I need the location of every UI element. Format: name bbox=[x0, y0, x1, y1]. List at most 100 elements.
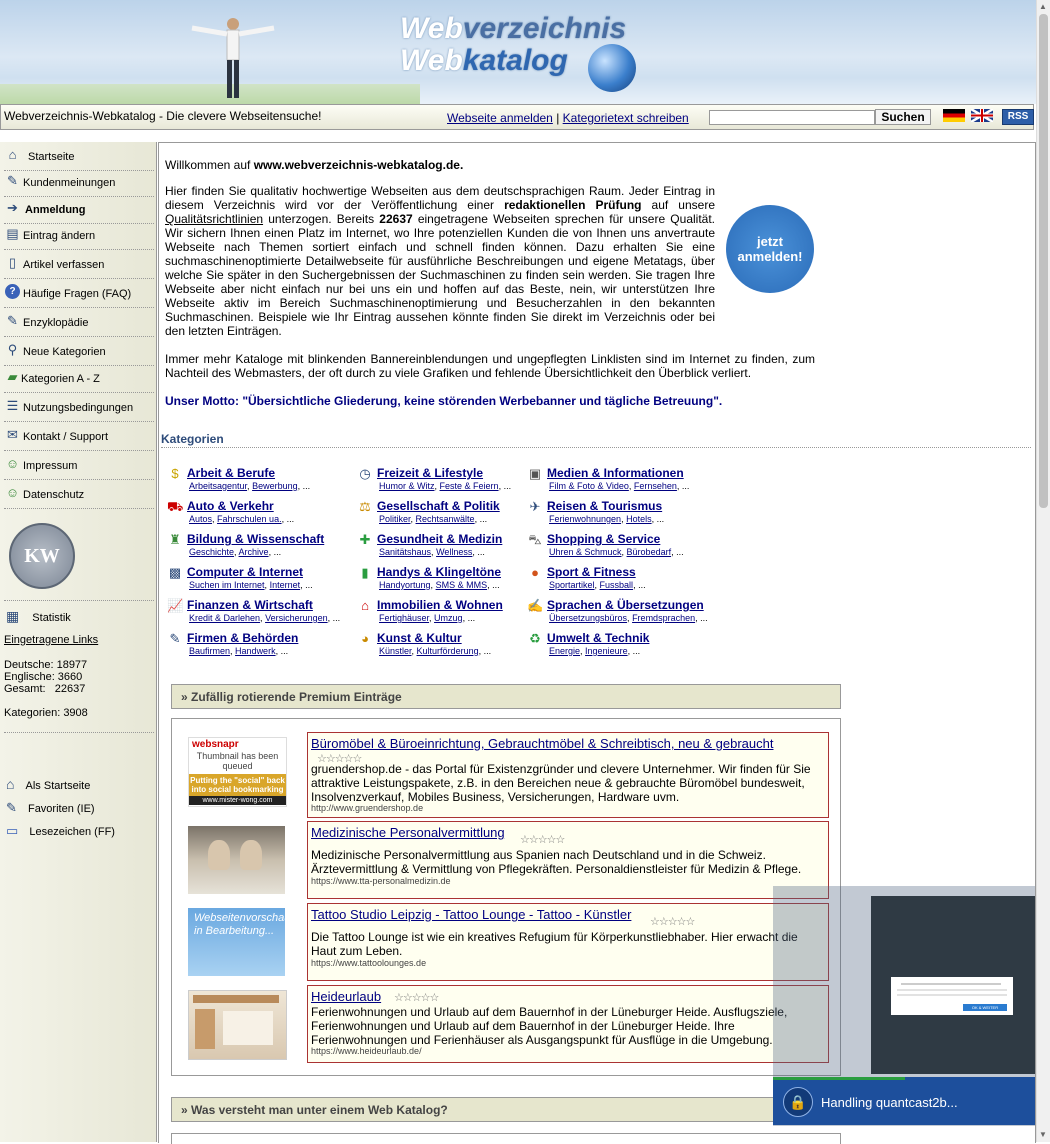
entry-title-link[interactable]: Büromöbel & Büroeinrichtung, Gebrauchtmö… bbox=[311, 736, 773, 751]
motto-text: Unser Motto: "Übersichtliche Gliederung,… bbox=[165, 394, 723, 408]
scales-icon: ⚖ bbox=[359, 499, 371, 514]
scrollbar-thumb[interactable] bbox=[1039, 14, 1048, 508]
sidebar-item-faq[interactable]: ? Häufige Fragen (FAQ) bbox=[4, 281, 154, 308]
eingetragene-links-link[interactable]: Eingetragene Links bbox=[4, 634, 98, 646]
sidebar-item-enzyklopaedie[interactable]: ✎ Enzyklopädie bbox=[4, 310, 154, 337]
pencil-icon: ✎ bbox=[169, 631, 181, 646]
sidebar-item-datenschutz[interactable]: ☺ Datenschutz bbox=[4, 482, 154, 509]
rss-icon[interactable]: RSS bbox=[1002, 109, 1034, 125]
entry-thumbnail[interactable] bbox=[188, 990, 287, 1060]
sidebar-item-label: Anmeldung bbox=[25, 204, 86, 216]
sidebar-divider bbox=[4, 600, 154, 601]
consent-status-text: Handling quantcast2b... bbox=[821, 1095, 958, 1110]
phone-icon: ▮ bbox=[361, 565, 369, 580]
site-tagline: Webverzeichnis-Webkatalog - Die clevere … bbox=[4, 109, 322, 123]
scroll-down-arrow-icon[interactable]: ▼ bbox=[1039, 1130, 1047, 1139]
sidebar-item-label: Nutzungsbedingungen bbox=[23, 402, 134, 414]
intro-paragraph: Hier finden Sie qualitativ hochwertige W… bbox=[165, 184, 715, 338]
search-input[interactable] bbox=[709, 110, 875, 125]
bookmarks-link[interactable]: ▭ Lesezeichen (FF) bbox=[6, 823, 115, 839]
sidebar-item-kundenmeinungen[interactable]: ✎ Kundenmeinungen bbox=[4, 170, 154, 197]
sidebar-item-label: Enzyklopädie bbox=[23, 317, 89, 329]
entry-thumbnail[interactable]: websnapr Thumbnail has been queued Putti… bbox=[188, 737, 287, 807]
favorites-link[interactable]: ✎ Favoriten (IE) bbox=[6, 800, 95, 816]
sidebar-item-startseite[interactable]: ⌂ Startseite bbox=[4, 144, 154, 171]
sidebar-item-label: Artikel verfassen bbox=[23, 259, 105, 271]
language-icon: ✍ bbox=[527, 598, 544, 613]
money-icon: $ bbox=[171, 466, 179, 481]
edit-icon: ▤ bbox=[6, 226, 19, 241]
header-man-image bbox=[191, 18, 275, 98]
entry-description: Ferienwohnungen und Urlaub auf dem Bauer… bbox=[311, 1005, 788, 1047]
vertical-scrollbar[interactable]: ▲ ▼ bbox=[1036, 0, 1050, 1142]
categories-heading: Kategorien bbox=[161, 432, 224, 446]
faq-box bbox=[171, 1133, 841, 1144]
english-flag-icon[interactable] bbox=[971, 109, 993, 122]
help-icon: ? bbox=[5, 284, 20, 299]
web-katalog-faq-heading: » Was versteht man unter einem Web Katal… bbox=[171, 1097, 841, 1122]
sidebar-item-neue-kategorien[interactable]: ⚲ Neue Kategorien bbox=[4, 339, 154, 366]
link-separator: | bbox=[556, 111, 560, 125]
entry-thumbnail[interactable] bbox=[188, 826, 285, 894]
sidebar-item-impressum[interactable]: ☺ Impressum bbox=[4, 453, 154, 480]
logo-line-1: Webverzeichnis bbox=[400, 12, 627, 45]
sidebar-item-label: Kundenmeinungen bbox=[23, 177, 116, 189]
premium-entry: Heideurlaub ☆☆☆☆☆ Ferienwohnungen und Ur… bbox=[307, 985, 829, 1063]
consent-mini-dialog[interactable]: OK & WEITER bbox=[891, 977, 1013, 1015]
calendar-icon: ▦ bbox=[6, 608, 20, 624]
sidebar-item-eintrag-aendern[interactable]: ▤ Eintrag ändern bbox=[4, 223, 154, 250]
eu-lock-icon: 🔒 bbox=[783, 1087, 813, 1117]
intro-paragraph-2: Immer mehr Kataloge mit blinkenden Banne… bbox=[165, 352, 815, 380]
cart-icon: ⛍ bbox=[528, 532, 542, 547]
sidebar-item-kontakt[interactable]: ✉ Kontakt / Support bbox=[4, 424, 154, 451]
sidebar-item-label: Kategorien A - Z bbox=[21, 373, 100, 385]
sidebar-item-kategorien-a-z[interactable]: ▰ Kategorien A - Z bbox=[4, 366, 154, 393]
german-flag-icon[interactable] bbox=[943, 109, 965, 122]
sidebar-item-nutzungsbedingungen[interactable]: ☰ Nutzungsbedingungen bbox=[4, 395, 154, 422]
logo-line-2: Webkatalog bbox=[400, 44, 568, 77]
computer-icon: ▩ bbox=[168, 565, 182, 580]
top-bar: Webverzeichnis-Webkatalog - Die clevere … bbox=[0, 104, 1034, 130]
stat-englische: Englische: 3660 bbox=[4, 671, 83, 683]
notepad-icon: ✎ bbox=[7, 313, 18, 328]
sidebar-item-label: Kontakt / Support bbox=[23, 431, 108, 443]
star-note-icon: ✎ bbox=[7, 173, 18, 188]
sidebar-item-artikel-verfassen[interactable]: ▯ Artikel verfassen bbox=[4, 252, 154, 279]
scroll-up-arrow-icon[interactable]: ▲ bbox=[1039, 2, 1047, 11]
sidebar-divider bbox=[4, 732, 154, 733]
entry-url: https://www.tattoolounges.de bbox=[311, 958, 427, 968]
sidebar-item-anmeldung[interactable]: ➔ Anmeldung bbox=[4, 197, 154, 224]
folder-icon: ▭ bbox=[6, 823, 19, 838]
premium-entries-heading: » Zufällig rotierende Premium Einträge bbox=[171, 684, 841, 709]
premium-entry: Medizinische Personalvermittlung ☆☆☆☆☆ M… bbox=[307, 821, 829, 899]
home-icon: ⌂ bbox=[6, 776, 15, 792]
stat-deutsche: Deutsche: 18977 bbox=[4, 659, 88, 671]
search-button[interactable]: Suchen bbox=[875, 109, 931, 125]
entry-description: Medizinische Personalvermittlung aus Spa… bbox=[311, 848, 802, 876]
magnifier-icon: ⚲ bbox=[7, 342, 18, 357]
top-links: Webseite anmelden | Kategorietext schrei… bbox=[447, 111, 689, 125]
entry-title-link[interactable]: Tattoo Studio Leipzig - Tattoo Lounge - … bbox=[311, 907, 631, 922]
entry-url: http://www.gruendershop.de bbox=[311, 803, 424, 813]
entry-title-link[interactable]: Medizinische Personalvermittlung bbox=[311, 825, 505, 840]
rating-stars: ☆☆☆☆☆ bbox=[394, 992, 439, 1004]
recycle-icon: ♻ bbox=[529, 631, 541, 646]
clock-icon: ◷ bbox=[359, 466, 371, 481]
signup-now-badge[interactable]: jetzt anmelden! bbox=[726, 205, 814, 293]
entry-url: https://www.heideurlaub.de/ bbox=[311, 1046, 422, 1056]
sidebar-item-label: Häufige Fragen (FAQ) bbox=[23, 288, 132, 300]
folder-icon: ▰ bbox=[7, 369, 18, 384]
home-icon: ⌂ bbox=[8, 147, 17, 162]
certified-webkatalog-badge: KW bbox=[9, 523, 75, 589]
consent-status-bar: 🔒 Handling quantcast2b... bbox=[773, 1077, 1035, 1125]
set-as-homepage-link[interactable]: ⌂ Als Startseite bbox=[6, 776, 90, 792]
quality-guidelines-link[interactable]: Qualitätsrichtlinien bbox=[165, 212, 263, 226]
entry-title-link[interactable]: Heideurlaub bbox=[311, 989, 381, 1004]
register-website-link[interactable]: Webseite anmelden bbox=[447, 111, 553, 125]
entry-thumbnail[interactable]: Webseitenvorschau in Bearbeitung... bbox=[188, 908, 290, 976]
category-text-link[interactable]: Kategorietext schreiben bbox=[563, 111, 689, 125]
car-icon: ⛟ bbox=[167, 499, 184, 514]
stat-gesamt: Gesamt: 22637 bbox=[4, 683, 86, 695]
document-icon: ▯ bbox=[8, 255, 17, 270]
consent-ok-button[interactable]: OK & WEITER bbox=[963, 1004, 1007, 1011]
